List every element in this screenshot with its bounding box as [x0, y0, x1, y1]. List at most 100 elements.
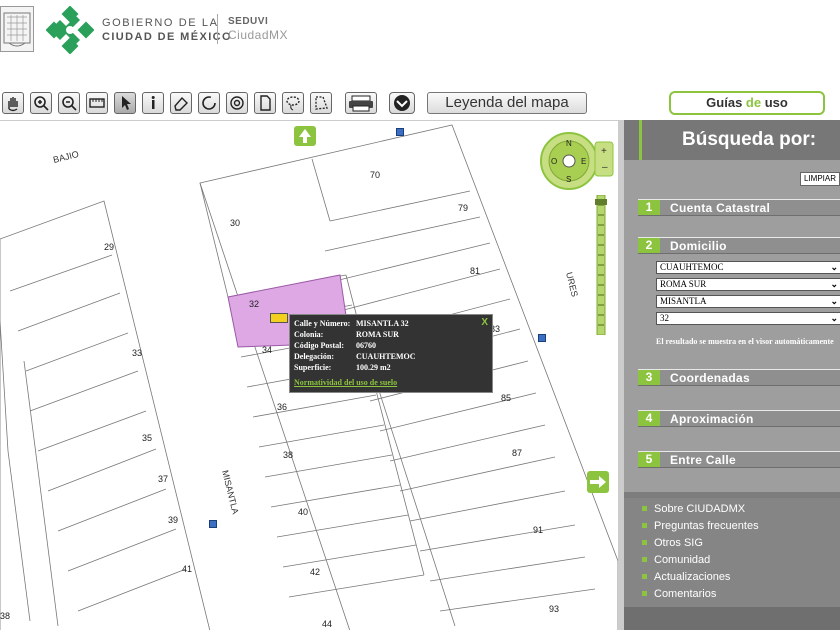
link-label: Sobre CIUDADMX: [654, 503, 746, 515]
clear-button[interactable]: LIMPIAR: [800, 172, 840, 186]
popup-close-button[interactable]: X: [481, 317, 488, 328]
lot-number: 34: [262, 345, 272, 355]
section-label: Coordenadas: [670, 371, 750, 385]
link-updates[interactable]: Actualizaciones: [642, 571, 731, 583]
download-icon[interactable]: [389, 92, 415, 114]
chevron-down-icon: ⌄: [830, 262, 838, 272]
refresh-icon[interactable]: [198, 92, 220, 114]
popup-value: 100.29 m2: [356, 363, 391, 372]
eraser-icon[interactable]: [170, 92, 192, 114]
target-icon[interactable]: [226, 92, 248, 114]
land-use-regulation-link[interactable]: Normatividad del uso de suelo: [294, 378, 397, 387]
zoom-out-icon[interactable]: [58, 92, 80, 114]
bullet-icon: [642, 557, 647, 562]
link-comments[interactable]: Comentarios: [642, 588, 717, 600]
chevron-down-icon: ⌄: [830, 313, 838, 323]
section-label: Domicilio: [670, 239, 727, 253]
popup-row: Superficie: 100.29 m2: [294, 363, 391, 372]
lot-number: 87: [512, 448, 522, 458]
pan-up-button[interactable]: [294, 126, 316, 146]
popup-value: ROMA SUR: [356, 330, 399, 339]
section-coordinates[interactable]: 3 Coordenadas: [638, 369, 840, 386]
section-address[interactable]: 2 Domicilio: [638, 237, 840, 254]
section-label: Aproximación: [670, 412, 754, 426]
usage-guides-button[interactable]: Guías de uso: [669, 91, 825, 115]
pan-right-button[interactable]: [587, 471, 609, 493]
compass-south: S: [566, 175, 571, 184]
link-label: Actualizaciones: [654, 571, 731, 583]
link-other-sig[interactable]: Otros SIG: [642, 537, 703, 549]
pointer-icon[interactable]: [114, 92, 136, 114]
svg-text:+: +: [601, 146, 607, 157]
map-legend-button[interactable]: Leyenda del mapa: [427, 92, 587, 114]
link-community[interactable]: Comunidad: [642, 554, 711, 566]
bullet-icon: [642, 523, 647, 528]
map-toolbar: Leyenda del mapa: [0, 90, 600, 118]
polygon-icon[interactable]: [310, 92, 332, 114]
borough-select[interactable]: CUAUHTEMOC ⌄: [656, 261, 840, 274]
org-name: SEDUVI: [228, 16, 269, 27]
guides-text-start: Guías: [706, 95, 746, 110]
bullet-icon: [642, 574, 647, 579]
popup-value: CUAUHTEMOC: [356, 352, 416, 361]
lasso-icon[interactable]: [282, 92, 304, 114]
lot-number: 91: [533, 525, 543, 535]
map-marker-icon[interactable]: [209, 520, 217, 528]
chevron-down-icon: ⌄: [830, 296, 838, 306]
link-faq[interactable]: Preguntas frecuentes: [642, 520, 759, 532]
section-number: 3: [638, 370, 660, 385]
map-marker-icon[interactable]: [538, 334, 546, 342]
lot-number: 29: [104, 242, 114, 252]
link-label: Otros SIG: [654, 537, 703, 549]
section-number: 5: [638, 452, 660, 467]
section-between-streets[interactable]: 5 Entre Calle: [638, 451, 840, 468]
street-label-misantla: MISANTLA: [220, 469, 241, 515]
link-label: Comentarios: [654, 588, 717, 600]
street-select[interactable]: MISANTLA ⌄: [656, 295, 840, 308]
link-about[interactable]: Sobre CIUDADMX: [642, 503, 746, 515]
street-select-value: MISANTLA: [660, 296, 707, 306]
map-marker-icon[interactable]: [396, 128, 404, 136]
print-icon[interactable]: [345, 92, 377, 114]
section-label: Cuenta Catastral: [670, 201, 771, 215]
compass-navigator[interactable]: + – N S E O: [537, 132, 615, 190]
hand-icon[interactable]: [2, 92, 24, 114]
chevron-down-icon: ⌄: [830, 279, 838, 289]
neighborhood-select[interactable]: ROMA SUR ⌄: [656, 278, 840, 291]
info-icon[interactable]: [142, 92, 164, 114]
zoom-slider[interactable]: [595, 194, 607, 336]
ruler-icon[interactable]: [86, 92, 108, 114]
bullet-icon: [642, 506, 647, 511]
result-note: El resultado se muestra en el visor auto…: [656, 337, 834, 346]
number-select[interactable]: 32 ⌄: [656, 312, 840, 325]
government-name: GOBIERNO DE LA CIUDAD DE MÉXICO: [102, 16, 232, 44]
zoom-in-icon[interactable]: [30, 92, 52, 114]
panel-header: Búsqueda por:: [624, 120, 840, 160]
panel-accent-stripe: [639, 120, 642, 160]
lot-number: 41: [182, 564, 192, 574]
lot-number: 38: [283, 450, 293, 460]
section-number: 1: [638, 200, 660, 215]
parcel-info-popup: X Calle y Número: MISANTLA 32 Colonia: ROM…: [289, 314, 493, 393]
government-line-1: GOBIERNO DE LA: [102, 17, 219, 29]
popup-row: Delegación: CUAUHTEMOC: [294, 352, 416, 361]
borough-select-value: CUAUHTEMOC: [660, 262, 724, 272]
panel-title: Búsqueda por:: [682, 129, 817, 150]
lot-number: 81: [470, 266, 480, 276]
map-viewer[interactable]: BAJIO MISANTLA URES 70 79 81 83 85 87 91…: [0, 120, 618, 630]
section-approximation[interactable]: 4 Aproximación: [638, 410, 840, 427]
app-name: CiudadMX: [228, 28, 289, 42]
popup-key: Delegación:: [294, 352, 334, 361]
search-panel: Búsqueda por: LIMPIAR 1 Cuenta Catastral …: [624, 120, 840, 630]
link-label: Comunidad: [654, 554, 711, 566]
section-cadastral-account[interactable]: 1 Cuenta Catastral: [638, 199, 840, 216]
guides-text-end: uso: [761, 95, 788, 110]
lot-number: 70: [370, 170, 380, 180]
compass-east: E: [581, 157, 586, 166]
popup-value: 06760: [356, 341, 376, 350]
lot-number: 33: [132, 348, 142, 358]
bullet-icon: [642, 540, 647, 545]
document-icon[interactable]: [254, 92, 276, 114]
panel-footer: [624, 607, 840, 630]
lot-number: 40: [298, 507, 308, 517]
